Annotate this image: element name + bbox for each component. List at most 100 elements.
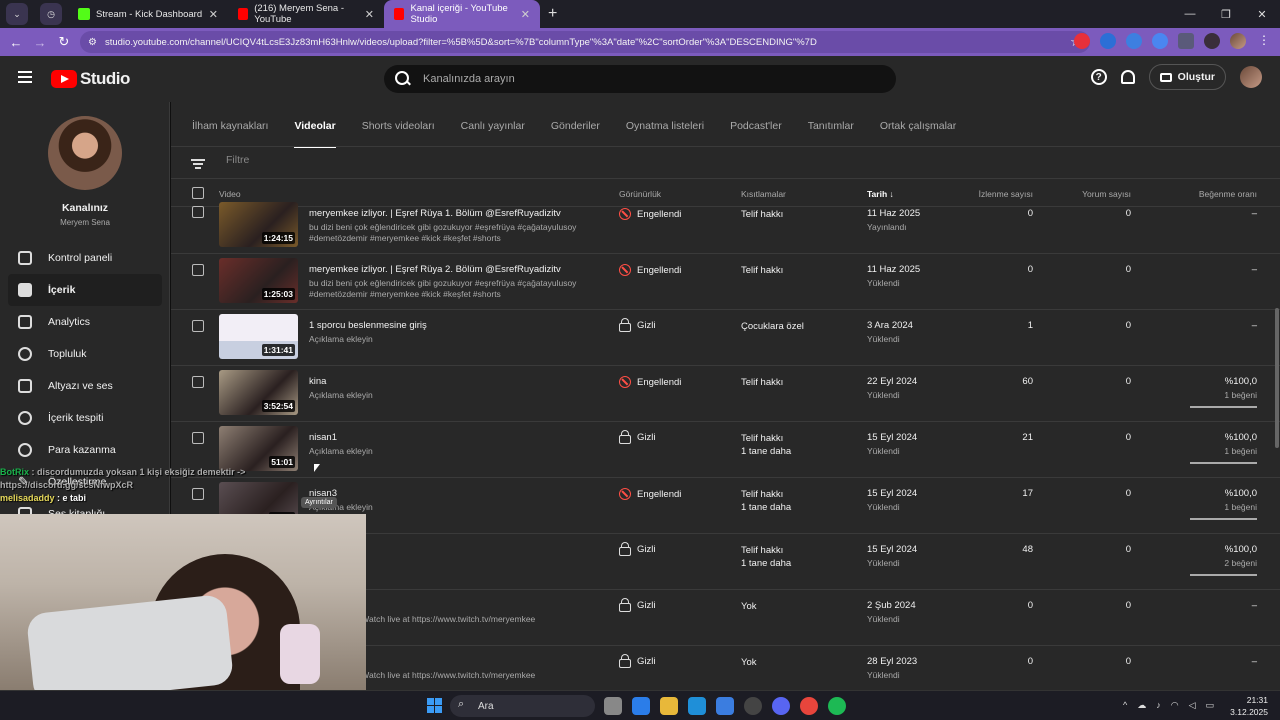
sidebar-icon[interactable]: [1204, 33, 1220, 49]
help-icon[interactable]: ?: [1090, 69, 1107, 85]
restrictions-cell[interactable]: Telif hakkı 1 tane daha: [741, 544, 791, 570]
filter-input[interactable]: [226, 154, 361, 166]
visibility-cell[interactable]: Engellendi: [619, 488, 681, 500]
table-row[interactable]: 51:01 nisan1 Açıklama ekleyin Gizli Telif ha…: [171, 422, 1280, 478]
tray-overflow-icon[interactable]: ^: [1123, 700, 1127, 711]
restrictions-cell[interactable]: Telif hakkı 1 tane daha: [741, 488, 791, 514]
extension-icon[interactable]: [1100, 33, 1116, 49]
minimize-button[interactable]: —: [1172, 8, 1208, 20]
sidebar-item-analytics[interactable]: Analytics: [8, 306, 162, 338]
menu-icon[interactable]: [18, 71, 32, 86]
create-button[interactable]: Oluştur: [1148, 64, 1226, 90]
browser-tab-youtube[interactable]: (216) Meryem Sena - YouTube ✕: [228, 0, 384, 28]
visibility-cell[interactable]: Engellendi: [619, 264, 681, 276]
table-row[interactable]: 1:25:03 meryemkee izliyor. | Eşref Rüya 2…: [171, 254, 1280, 310]
more-icon[interactable]: ⋮: [1256, 33, 1272, 49]
url-field[interactable]: ⚙ studio.youtube.com/channel/UCIQV4tLcsE…: [80, 31, 1090, 53]
tab-search-button[interactable]: ⌄: [6, 3, 28, 25]
sidebar-item-monetization[interactable]: Para kazanma: [8, 434, 162, 466]
video-thumbnail[interactable]: 51:01: [219, 426, 298, 471]
tab-videos[interactable]: Videolar: [294, 120, 336, 148]
reload-button[interactable]: ↻: [52, 34, 76, 50]
back-button[interactable]: ←: [4, 35, 28, 50]
tab-live[interactable]: Canlı yayınlar: [461, 120, 525, 148]
channel-search[interactable]: [384, 65, 896, 93]
chrome-icon[interactable]: [800, 697, 818, 715]
video-title[interactable]: nisan1: [309, 432, 337, 443]
row-checkbox[interactable]: [192, 264, 204, 276]
close-window-button[interactable]: ✕: [1244, 8, 1280, 21]
visibility-cell[interactable]: Engellendi: [619, 208, 681, 220]
history-icon[interactable]: ◷: [40, 3, 62, 25]
volume-icon[interactable]: ◁: [1189, 700, 1196, 711]
filter-icon[interactable]: [191, 159, 205, 171]
edge-icon[interactable]: [688, 697, 706, 715]
video-thumbnail[interactable]: 1:24:15: [219, 202, 298, 247]
row-checkbox[interactable]: [192, 206, 204, 218]
scrollbar[interactable]: [1274, 208, 1280, 690]
tab-playlists[interactable]: Oynatma listeleri: [626, 120, 704, 148]
notifications-bell-icon[interactable]: [1120, 70, 1135, 84]
table-row[interactable]: 3:52:54 kina Açıklama ekleyin Engellendi Tel…: [171, 366, 1280, 422]
tab-shorts[interactable]: Shorts videoları: [362, 120, 435, 148]
video-title[interactable]: meryemkee izliyor. | Eşref Rüya 1. Bölüm…: [309, 208, 561, 219]
restrictions-cell[interactable]: Yok: [741, 656, 757, 669]
tab-posts[interactable]: Gönderiler: [551, 120, 600, 148]
extension-icon[interactable]: [1152, 33, 1168, 49]
maximize-button[interactable]: ❐: [1208, 8, 1244, 21]
table-row[interactable]: 1:24:15 meryemkee izliyor. | Eşref Rüya 1…: [171, 198, 1280, 254]
visibility-cell[interactable]: Gizli: [619, 318, 655, 332]
cloud-icon[interactable]: ☁: [1137, 700, 1146, 711]
taskbar-search[interactable]: ⌕ Ara: [450, 695, 595, 717]
browser-tab-studio[interactable]: Kanal içeriği - YouTube Studio ✕: [384, 0, 540, 28]
restrictions-cell[interactable]: Çocuklara özel: [741, 320, 804, 333]
discord-icon[interactable]: [772, 697, 790, 715]
video-thumbnail[interactable]: 1:25:03: [219, 258, 298, 303]
sidebar-item-community[interactable]: Topluluk: [8, 338, 162, 370]
file-explorer-icon[interactable]: [660, 697, 678, 715]
new-tab-button[interactable]: +: [548, 5, 557, 23]
restrictions-cell[interactable]: Telif hakkı: [741, 208, 783, 221]
restrictions-cell[interactable]: Telif hakkı: [741, 264, 783, 277]
search-input[interactable]: [423, 73, 863, 85]
video-thumbnail[interactable]: 3:52:54: [219, 370, 298, 415]
close-icon[interactable]: ✕: [209, 8, 218, 21]
sidebar-item-content[interactable]: İçerik: [8, 274, 162, 306]
row-checkbox[interactable]: [192, 432, 204, 444]
visibility-cell[interactable]: Gizli: [619, 430, 655, 444]
video-title[interactable]: kina: [309, 376, 326, 387]
windows-start-icon[interactable]: [427, 698, 442, 713]
restrictions-cell[interactable]: Telif hakkı 1 tane daha: [741, 432, 791, 458]
sidebar-item-copyright[interactable]: İçerik tespiti: [8, 402, 162, 434]
task-view-icon[interactable]: [604, 697, 622, 715]
sidebar-item-subtitles[interactable]: Altyazı ve ses: [8, 370, 162, 402]
visibility-cell[interactable]: Engellendi: [619, 376, 681, 388]
visibility-cell[interactable]: Gizli: [619, 542, 655, 556]
store-icon[interactable]: [716, 697, 734, 715]
forward-button[interactable]: →: [28, 35, 52, 50]
extension-icon[interactable]: [1126, 33, 1142, 49]
app-icon[interactable]: [744, 697, 762, 715]
tab-podcasts[interactable]: Podcast'ler: [730, 120, 782, 148]
close-icon[interactable]: ✕: [365, 8, 374, 21]
microphone-icon[interactable]: ♪: [1156, 700, 1161, 711]
sidebar-item-dashboard[interactable]: Kontrol paneli: [8, 242, 162, 274]
restrictions-cell[interactable]: Yok: [741, 600, 757, 613]
spotify-icon[interactable]: [828, 697, 846, 715]
wifi-icon[interactable]: ◠: [1171, 700, 1179, 711]
table-row[interactable]: 1:31:41 1 sporcu beslenmesine giriş Açıkla…: [171, 310, 1280, 366]
row-checkbox[interactable]: [192, 376, 204, 388]
copilot-icon[interactable]: [632, 697, 650, 715]
video-title[interactable]: meryemkee izliyor. | Eşref Rüya 2. Bölüm…: [309, 264, 561, 275]
row-checkbox[interactable]: [192, 320, 204, 332]
visibility-cell[interactable]: Gizli: [619, 654, 655, 668]
battery-icon[interactable]: ▭: [1205, 700, 1214, 711]
site-info-icon[interactable]: ⚙: [88, 37, 97, 48]
channel-avatar[interactable]: [48, 116, 122, 190]
video-thumbnail[interactable]: 1:31:41: [219, 314, 298, 359]
browser-tab-kick[interactable]: Stream - Kick Dashboard ✕: [68, 0, 228, 28]
close-icon[interactable]: ✕: [521, 8, 530, 21]
video-title[interactable]: 1 sporcu beslenmesine giriş: [309, 320, 427, 331]
system-clock[interactable]: 21:31 3.12.2025: [1230, 694, 1268, 718]
restrictions-cell[interactable]: Telif hakkı: [741, 376, 783, 389]
